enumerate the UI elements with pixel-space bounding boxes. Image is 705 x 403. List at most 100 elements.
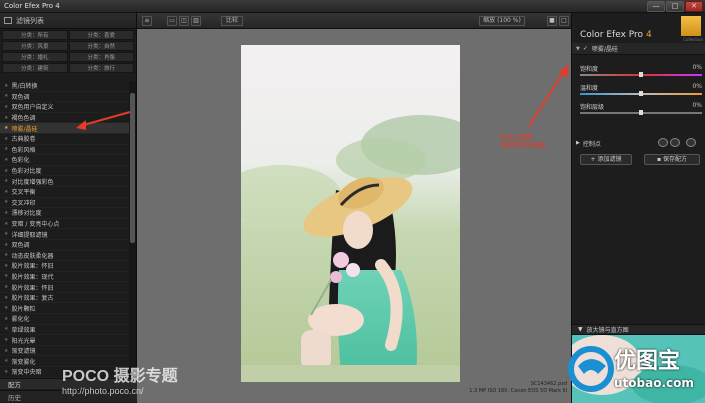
favorite-star-icon[interactable]: ★ — [4, 146, 8, 152]
filter-browser-panel: 滤镜列表 分类：所有 分类：喜爱 分类：风景 分类：自然 分类：婚礼 分类：肖像… — [0, 13, 137, 403]
preview-canvas[interactable]: SC143462.psd 1.3 MP ISO 160, Canon EOS 5… — [137, 29, 571, 403]
category-button[interactable]: 分类：婚礼 — [2, 52, 68, 62]
add-filter-button[interactable]: + 添加滤镜 — [580, 154, 632, 165]
slider-knob[interactable] — [639, 72, 643, 77]
single-view-button[interactable]: ▭ — [167, 16, 177, 26]
category-button[interactable]: 分类：自然 — [68, 41, 134, 51]
save-recipe-label: 保存配方 — [662, 156, 687, 163]
filter-list-item[interactable]: ★ 草绿效果 — [0, 325, 129, 336]
split-view-button[interactable]: ◫ — [179, 16, 189, 26]
side-by-side-button[interactable]: ▥ — [191, 16, 201, 26]
filter-item-label: 阳光光晕 — [11, 337, 36, 345]
toggle-panel-button[interactable]: ≡ — [142, 16, 152, 26]
saturation-slider[interactable]: 饱和度 0% — [580, 64, 702, 77]
control-points-row[interactable]: ▶ 控制点 — [576, 138, 702, 148]
favorite-star-icon[interactable]: ★ — [4, 337, 8, 343]
filter-list-item[interactable]: ★ 胶片效果：怀旧 — [0, 261, 129, 272]
filter-list-item[interactable]: ★ 双色调 — [0, 92, 129, 103]
filter-list-item[interactable]: ★ 色彩化 — [0, 155, 129, 166]
remove-control-point-icon[interactable] — [670, 138, 680, 147]
filter-list-item[interactable]: ★ 黑/白转换 — [0, 81, 129, 92]
favorite-star-icon[interactable]: ★ — [4, 93, 8, 99]
poco-watermark-url: http://photo.poco.cn/ — [62, 386, 144, 396]
preview-photo — [241, 45, 460, 382]
minimize-button[interactable]: — — [647, 1, 665, 12]
favorite-star-icon[interactable]: ★ — [4, 104, 8, 110]
category-button[interactable]: 分类：旅行 — [68, 63, 134, 73]
slider-knob[interactable] — [639, 110, 643, 115]
control-point-toggle-icon[interactable] — [686, 138, 696, 147]
filter-list-item[interactable]: ★ 胶片效果：复古 — [0, 293, 129, 304]
slider-knob[interactable] — [639, 91, 643, 96]
filter-list-item[interactable]: ★ 交叉冲印 — [0, 198, 129, 209]
filter-list-item[interactable]: ★ 阳光光晕 — [0, 335, 129, 346]
favorite-star-icon[interactable]: ★ — [4, 358, 8, 364]
favorite-star-icon[interactable]: ★ — [4, 305, 8, 311]
zoom-select[interactable]: 缩放 (100 %) — [479, 16, 525, 26]
favorite-star-icon[interactable]: ★ — [4, 284, 8, 290]
filter-list-item[interactable]: ★ 色彩风格 — [0, 145, 129, 156]
favorite-star-icon[interactable]: ★ — [4, 348, 8, 354]
favorite-star-icon[interactable]: ★ — [4, 168, 8, 174]
add-control-point-icon[interactable] — [658, 138, 668, 147]
filter-list-item[interactable]: ★ 胶片效果：怀旧 — [0, 282, 129, 293]
category-button[interactable]: 分类：所有 — [2, 30, 68, 40]
filter-list-item[interactable]: ★ 渐变滤镜 — [0, 346, 129, 357]
favorite-star-icon[interactable]: ★ — [4, 252, 8, 258]
favorite-star-icon[interactable]: ★ — [4, 115, 8, 121]
filter-list-item[interactable]: ★ 漂移对比度 — [0, 208, 129, 219]
favorite-star-icon[interactable]: ★ — [4, 199, 8, 205]
compare-button[interactable]: 比较 — [221, 16, 243, 26]
filter-list-item[interactable]: ★ 交叉平衡 — [0, 187, 129, 198]
background-button[interactable]: ■ — [547, 16, 557, 26]
filter-item-label: 古典胶卷 — [11, 136, 36, 144]
category-button[interactable]: 分类：肖像 — [68, 52, 134, 62]
favorite-star-icon[interactable]: ★ — [4, 316, 8, 322]
favorite-star-icon[interactable]: ★ — [4, 178, 8, 184]
filter-list-item[interactable]: ★ 动态皮肤柔化器 — [0, 251, 129, 262]
filter-list-item[interactable]: ★ 对比度增强彩色 — [0, 176, 129, 187]
fullscreen-button[interactable]: □ — [559, 16, 569, 26]
filter-item-label: 双色用户自定义 — [11, 104, 54, 112]
favorite-star-icon[interactable]: ★ — [4, 326, 8, 332]
favorite-star-icon[interactable]: ★ — [4, 136, 8, 142]
maximize-button[interactable]: □ — [666, 1, 684, 12]
filter-list-item[interactable]: ★ 变暗 / 变亮中心点 — [0, 219, 129, 230]
filter-item-label: 草绿效果 — [11, 326, 36, 334]
filter-list-item[interactable]: ★ 详细提取滤镜 — [0, 229, 129, 240]
loupe-histogram-label: 放大镜与直方图 — [586, 327, 629, 334]
filter-list-item[interactable]: ★ 古典胶卷 — [0, 134, 129, 145]
category-button[interactable]: 分类：建筑 — [2, 63, 68, 73]
favorite-star-icon[interactable]: ★ — [4, 263, 8, 269]
filter-list-item[interactable]: ★ 双色调 — [0, 240, 129, 251]
close-button[interactable]: ✕ — [685, 1, 703, 12]
favorite-star-icon[interactable]: ★ — [4, 210, 8, 216]
category-button[interactable]: 分类：风景 — [2, 41, 68, 51]
favorite-star-icon[interactable]: ★ — [4, 189, 8, 195]
favorite-star-icon[interactable]: ★ — [4, 157, 8, 163]
active-filter-header[interactable]: ▼ ✓ 喷雾/晶硅 — [572, 43, 705, 55]
slider-value: 0% — [692, 83, 702, 90]
filter-list-item[interactable]: ★ 雾化化 — [0, 314, 129, 325]
filter-item-label: 色彩风格 — [11, 146, 36, 154]
saturation-level-slider[interactable]: 饱和层级 0% — [580, 102, 702, 115]
expand-triangle-icon: ▼ — [578, 326, 583, 333]
favorite-star-icon[interactable]: ★ — [4, 273, 8, 279]
favorite-star-icon[interactable]: ★ — [4, 125, 8, 131]
save-recipe-button[interactable]: ▪ 保存配方 — [644, 154, 700, 165]
filter-list-item[interactable]: ★ 胶片颗粒 — [0, 303, 129, 315]
loupe-histogram-header[interactable]: ▼ 放大镜与直方图 — [572, 324, 705, 335]
favorite-star-icon[interactable]: ★ — [4, 231, 8, 237]
favorite-star-icon[interactable]: ★ — [4, 369, 8, 375]
filter-list-header[interactable]: 滤镜列表 — [0, 13, 136, 29]
filter-item-label: 交叉平衡 — [11, 189, 36, 197]
utobao-logo-icon — [568, 346, 614, 392]
favorite-star-icon[interactable]: ★ — [4, 295, 8, 301]
warmth-slider[interactable]: 温和度 0% — [580, 83, 702, 96]
filter-list-item[interactable]: ★ 胶片效果：现代 — [0, 272, 129, 283]
filter-list-item[interactable]: ★ 色彩对比度 — [0, 166, 129, 177]
favorite-star-icon[interactable]: ★ — [4, 83, 8, 89]
favorite-star-icon[interactable]: ★ — [4, 221, 8, 227]
favorite-star-icon[interactable]: ★ — [4, 242, 8, 248]
category-button[interactable]: 分类：喜爱 — [68, 30, 134, 40]
